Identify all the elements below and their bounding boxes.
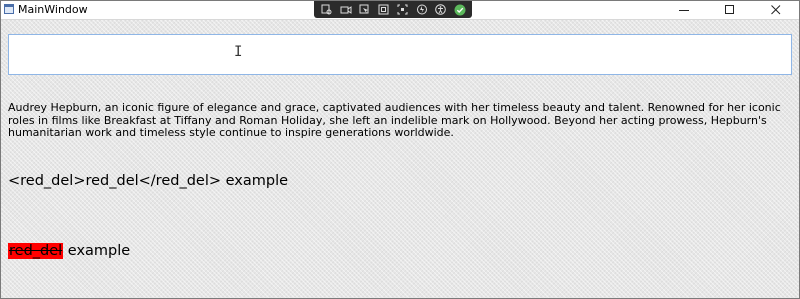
select-element-icon[interactable]	[359, 4, 371, 16]
rendered-del-example: red_del example	[8, 243, 130, 259]
hot-reload-icon[interactable]	[416, 4, 428, 16]
description-paragraph: Audrey Hepburn, an iconic figure of eleg…	[8, 101, 781, 139]
recording-icon[interactable]	[340, 4, 352, 16]
main-window: MainWindow I Audrey Hepburn, an iconic f…	[0, 0, 800, 299]
ibeam-cursor-icon: I	[234, 44, 243, 60]
red-del-highlight: red_del	[8, 243, 64, 259]
window-content: I Audrey Hepburn, an iconic figure of el…	[1, 20, 799, 298]
close-button[interactable]	[753, 1, 799, 19]
accessibility-icon[interactable]	[435, 4, 447, 16]
maximize-icon	[725, 5, 734, 14]
minimize-icon	[679, 10, 689, 11]
track-focus-icon[interactable]	[397, 4, 409, 16]
close-icon	[771, 5, 781, 15]
live-visual-tree-icon[interactable]	[321, 4, 333, 16]
debug-toolbar	[314, 1, 472, 18]
maximize-button[interactable]	[707, 1, 753, 19]
adorner-icon[interactable]	[378, 4, 390, 16]
del-example-suffix: example	[63, 243, 131, 259]
title-bar[interactable]: MainWindow	[1, 1, 799, 20]
raw-tag-example: <red_del>red_del</red_del> example	[8, 173, 289, 189]
binding-check-icon[interactable]	[454, 4, 466, 16]
minimize-button[interactable]	[661, 1, 707, 19]
app-icon	[4, 4, 14, 14]
window-title: MainWindow	[18, 3, 88, 16]
text-input[interactable]: I	[8, 34, 792, 75]
